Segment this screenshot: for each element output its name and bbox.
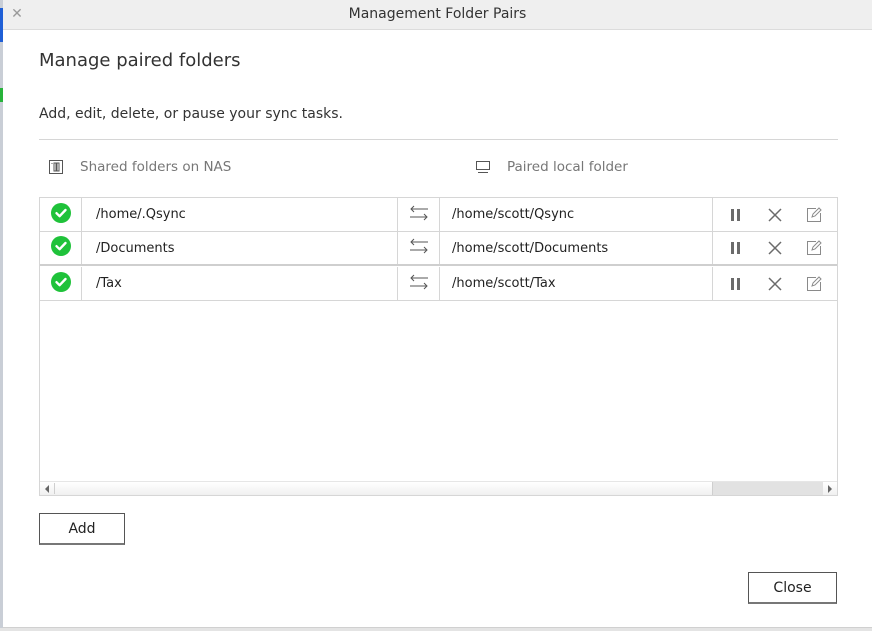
- window-title: Management Folder Pairs: [348, 6, 527, 22]
- column-label-nas: Shared folders on NAS: [80, 159, 232, 175]
- sync-direction-cell: [398, 267, 440, 300]
- edit-icon[interactable]: [804, 274, 824, 294]
- folder-pairs-table: /home/.Qsync /home/scott/Qsync /Document…: [39, 197, 838, 496]
- edit-icon[interactable]: [804, 238, 824, 258]
- check-circle-icon: [50, 236, 71, 260]
- status-cell: [40, 267, 82, 300]
- edit-icon[interactable]: [804, 205, 824, 225]
- scrollbar-separator: [54, 483, 55, 494]
- status-cell: [40, 232, 82, 264]
- nas-folder-cell: /Tax: [82, 267, 398, 300]
- table-row[interactable]: /Documents /home/scott/Documents: [40, 232, 837, 266]
- title-bar: ✕ Management Folder Pairs: [3, 0, 872, 30]
- sync-arrows-icon: [409, 205, 429, 225]
- table-row[interactable]: /home/.Qsync /home/scott/Qsync: [40, 198, 837, 232]
- delete-icon[interactable]: [765, 205, 785, 225]
- column-label-local: Paired local folder: [507, 159, 628, 175]
- check-circle-icon: [50, 271, 71, 296]
- column-header-nas: Shared folders on NAS: [48, 159, 231, 175]
- scrollbar-thumb[interactable]: [712, 482, 823, 495]
- sync-direction-cell: [398, 232, 440, 264]
- page-subtitle: Add, edit, delete, or pause your sync ta…: [39, 106, 344, 122]
- page-title: Manage paired folders: [39, 50, 241, 71]
- scroll-right-icon[interactable]: [825, 484, 835, 494]
- row-actions: [713, 232, 837, 264]
- monitor-icon: [475, 159, 491, 175]
- divider: [39, 139, 838, 140]
- local-folder-cell: /home/scott/Tax: [440, 267, 713, 300]
- add-button[interactable]: Add: [39, 513, 125, 545]
- nas-folder-cell: /Documents: [82, 232, 398, 264]
- delete-icon[interactable]: [765, 274, 785, 294]
- nas-icon: [48, 159, 64, 175]
- scroll-left-icon[interactable]: [42, 484, 52, 494]
- pause-icon[interactable]: [726, 205, 746, 225]
- pause-icon[interactable]: [726, 238, 746, 258]
- table-row[interactable]: /Tax /home/scott/Tax: [40, 267, 837, 301]
- sync-arrows-icon: [409, 238, 429, 258]
- nas-folder-cell: /home/.Qsync: [82, 198, 398, 231]
- local-folder-cell: /home/scott/Documents: [440, 232, 713, 264]
- close-button[interactable]: Close: [748, 572, 837, 604]
- close-icon[interactable]: ✕: [9, 0, 25, 29]
- local-folder-cell: /home/scott/Qsync: [440, 198, 713, 231]
- row-actions: [713, 267, 837, 300]
- folder-pairs-dialog: ✕ Management Folder Pairs Manage paired …: [3, 0, 872, 628]
- delete-icon[interactable]: [765, 238, 785, 258]
- row-actions: [713, 198, 837, 231]
- horizontal-scrollbar[interactable]: [40, 481, 837, 495]
- status-cell: [40, 198, 82, 231]
- sync-arrows-icon: [409, 274, 429, 294]
- pause-icon[interactable]: [726, 274, 746, 294]
- check-circle-icon: [50, 202, 71, 227]
- column-header-local: Paired local folder: [475, 159, 628, 175]
- sync-direction-cell: [398, 198, 440, 231]
